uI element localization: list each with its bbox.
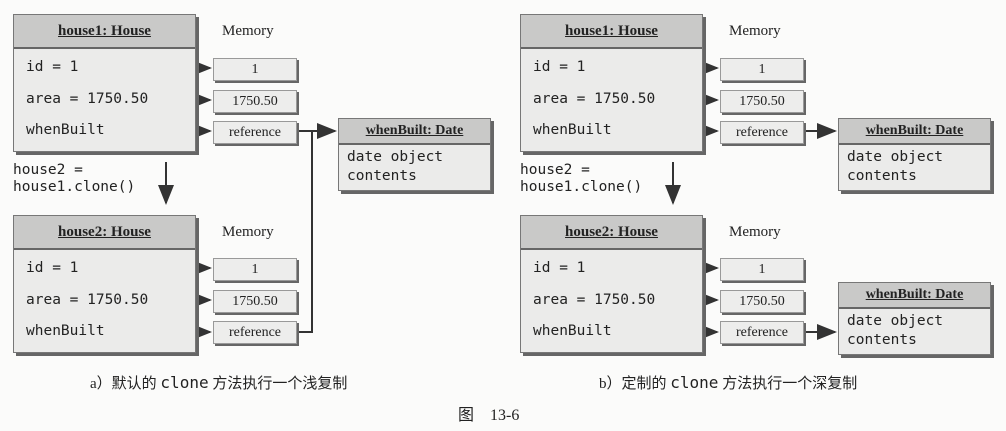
field-whenbuilt: whenBuilt — [26, 323, 105, 339]
caption-text: b）定制的 — [599, 376, 671, 392]
date-line: date object — [847, 149, 944, 165]
caption-b: b）定制的 clone 方法执行一个深复制 — [599, 372, 857, 393]
memory-cell: reference — [720, 121, 804, 144]
memory-cell: 1750.50 — [720, 90, 804, 113]
caption-a: a）默认的 clone 方法执行一个浅复制 — [90, 372, 347, 393]
memory-label: Memory — [222, 23, 274, 39]
date-title: whenBuilt: Date — [839, 119, 990, 145]
memory-cell: reference — [213, 121, 297, 144]
caption-text: a）默认的 — [90, 376, 161, 392]
field-id: id = 1 — [26, 59, 79, 75]
clone-line: house1.clone() — [13, 179, 136, 195]
memory-cell: 1750.50 — [213, 290, 297, 313]
field-area: area = 1750.50 — [533, 91, 656, 107]
date-object-1: whenBuilt: Date date object contents — [838, 118, 991, 191]
memory-cell: 1 — [213, 58, 297, 81]
clone-statement: house2 = house1.clone() — [520, 162, 642, 196]
clone-line: house2 = — [520, 162, 590, 178]
field-id: id = 1 — [533, 59, 586, 75]
house2-title: house2: House — [14, 216, 195, 250]
caption-text: 方法执行一个深复制 — [718, 376, 858, 392]
field-area: area = 1750.50 — [533, 292, 656, 308]
field-area: area = 1750.50 — [26, 292, 149, 308]
memory-cell: 1750.50 — [720, 290, 804, 313]
memory-cell: 1 — [720, 258, 804, 281]
caption-text: 方法执行一个浅复制 — [208, 376, 348, 392]
field-id: id = 1 — [533, 260, 586, 276]
caption-code: clone — [670, 373, 719, 392]
house1-title: house1: House — [14, 15, 195, 49]
date-line: date object — [847, 313, 944, 329]
house2-object: house2: House id = 1 area = 1750.50 when… — [520, 215, 703, 353]
date-title: whenBuilt: Date — [339, 119, 490, 145]
date-title: whenBuilt: Date — [839, 283, 990, 309]
house1-object: house1: House id = 1 area = 1750.50 when… — [520, 14, 703, 152]
clone-statement: house2 = house1.clone() — [13, 162, 135, 196]
memory-cell: 1750.50 — [213, 90, 297, 113]
figure-label: 图 13-6 — [458, 407, 520, 424]
field-whenbuilt: whenBuilt — [533, 323, 612, 339]
panel-deep-copy: house1: House id = 1 area = 1750.50 when… — [507, 0, 1006, 431]
date-line: contents — [847, 332, 917, 348]
date-body: date object contents — [839, 145, 990, 189]
date-body: date object contents — [339, 145, 490, 189]
memory-label: Memory — [729, 23, 781, 39]
memory-cell: reference — [213, 321, 297, 344]
figure: house1: House id = 1 area = 1750.50 when… — [0, 0, 1006, 431]
house1-object: house1: House id = 1 area = 1750.50 when… — [13, 14, 196, 152]
memory-label: Memory — [729, 224, 781, 240]
clone-line: house2 = — [13, 162, 83, 178]
memory-cell: 1 — [720, 58, 804, 81]
date-object-2: whenBuilt: Date date object contents — [838, 282, 991, 355]
date-body: date object contents — [839, 309, 990, 353]
memory-label: Memory — [222, 224, 274, 240]
house2-title: house2: House — [521, 216, 702, 250]
field-id: id = 1 — [26, 260, 79, 276]
house2-object: house2: House id = 1 area = 1750.50 when… — [13, 215, 196, 353]
date-object: whenBuilt: Date date object contents — [338, 118, 491, 191]
house1-title: house1: House — [521, 15, 702, 49]
clone-line: house1.clone() — [520, 179, 643, 195]
field-area: area = 1750.50 — [26, 91, 149, 107]
field-whenbuilt: whenBuilt — [26, 122, 105, 138]
field-whenbuilt: whenBuilt — [533, 122, 612, 138]
date-line: date object — [347, 149, 444, 165]
memory-cell: reference — [720, 321, 804, 344]
date-line: contents — [847, 168, 917, 184]
panel-shallow-copy: house1: House id = 1 area = 1750.50 when… — [0, 0, 500, 431]
caption-code: clone — [160, 373, 209, 392]
date-line: contents — [347, 168, 417, 184]
memory-cell: 1 — [213, 258, 297, 281]
